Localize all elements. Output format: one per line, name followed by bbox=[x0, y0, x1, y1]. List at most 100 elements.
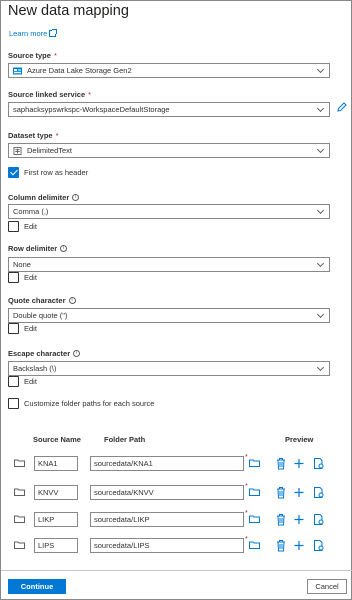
customize-paths-checkbox[interactable]: Customize folder paths for each source bbox=[8, 398, 154, 409]
linked-service-dropdown[interactable]: saphacksypswrkspc-WorkspaceDefaultStorag… bbox=[8, 102, 330, 117]
source-name-input[interactable] bbox=[34, 538, 78, 553]
external-link-icon bbox=[49, 29, 58, 37]
storage-icon bbox=[13, 67, 22, 74]
folder-icon bbox=[14, 459, 25, 467]
folder-path-input[interactable] bbox=[90, 538, 244, 553]
add-icon[interactable] bbox=[293, 457, 305, 470]
first-row-header-checkbox[interactable]: First row as header bbox=[8, 167, 88, 178]
browse-folder-icon[interactable] bbox=[249, 515, 260, 523]
source-type-value: Azure Data Lake Storage Gen2 bbox=[27, 66, 132, 75]
folder-icon bbox=[14, 541, 25, 549]
chevron-down-icon bbox=[316, 259, 325, 268]
required-mark: * bbox=[245, 536, 248, 543]
preview-data-icon[interactable] bbox=[313, 539, 325, 552]
quote-character-label: Quote character i bbox=[8, 296, 76, 305]
delete-icon[interactable] bbox=[275, 513, 287, 526]
chevron-down-icon bbox=[316, 310, 325, 319]
chevron-down-icon bbox=[316, 145, 325, 154]
checkbox-icon[interactable] bbox=[8, 376, 19, 387]
row-delimiter-label: Row delimiter i bbox=[8, 244, 68, 253]
footer-divider bbox=[1, 570, 352, 571]
info-icon[interactable]: i bbox=[68, 297, 76, 304]
preview-data-icon[interactable] bbox=[313, 486, 325, 499]
checkbox-icon[interactable] bbox=[8, 323, 19, 334]
browse-folder-icon[interactable] bbox=[249, 541, 260, 549]
checkbox-icon[interactable] bbox=[8, 398, 19, 409]
preview-data-icon[interactable] bbox=[313, 457, 325, 470]
add-icon[interactable] bbox=[293, 513, 305, 526]
escape-character-label: Escape character i bbox=[8, 349, 81, 358]
row-delimiter-value: None bbox=[13, 260, 31, 269]
checkbox-checked-icon[interactable] bbox=[8, 167, 19, 178]
chevron-down-icon bbox=[316, 206, 325, 215]
learn-more-link[interactable]: Learn more bbox=[9, 29, 58, 38]
column-delimiter-dropdown[interactable]: Comma (,) bbox=[8, 204, 330, 219]
column-delimiter-value: Comma (,) bbox=[13, 207, 49, 216]
info-icon[interactable]: i bbox=[72, 194, 80, 201]
table-row: * bbox=[1, 536, 352, 556]
first-row-header-label: First row as header bbox=[24, 168, 89, 177]
folder-path-input[interactable] bbox=[90, 485, 244, 500]
learn-more-label: Learn more bbox=[9, 29, 48, 38]
preview-data-icon[interactable] bbox=[313, 513, 325, 526]
browse-folder-icon[interactable] bbox=[249, 488, 260, 496]
source-type-dropdown[interactable]: Azure Data Lake Storage Gen2 bbox=[8, 63, 330, 78]
edit-label: Edit bbox=[24, 324, 37, 333]
dataset-type-label: Dataset type * bbox=[8, 131, 59, 140]
escape-character-value: Backslash (\) bbox=[13, 364, 57, 373]
linked-service-label: Source linked service * bbox=[8, 90, 92, 99]
row-delimiter-edit-checkbox[interactable]: Edit bbox=[8, 272, 37, 283]
edit-label: Edit bbox=[24, 377, 37, 386]
preview-header: Preview bbox=[285, 435, 314, 444]
required-mark: * bbox=[88, 90, 92, 99]
folder-path-input[interactable] bbox=[90, 512, 244, 527]
escape-character-edit-checkbox[interactable]: Edit bbox=[8, 376, 37, 387]
edit-label: Edit bbox=[24, 273, 37, 282]
quote-character-value: Double quote (") bbox=[13, 311, 68, 320]
continue-button[interactable]: Continue bbox=[8, 579, 66, 594]
linked-service-value: saphacksypswrkspc-WorkspaceDefaultStorag… bbox=[13, 105, 170, 114]
quote-character-dropdown[interactable]: Double quote (") bbox=[8, 308, 330, 323]
browse-folder-icon[interactable] bbox=[249, 459, 260, 467]
source-type-label: Source type * bbox=[8, 51, 57, 60]
file-delimited-icon bbox=[13, 146, 22, 155]
checkbox-icon[interactable] bbox=[8, 221, 19, 232]
edit-label: Edit bbox=[24, 222, 37, 231]
required-mark: * bbox=[53, 51, 57, 60]
required-mark: * bbox=[245, 483, 248, 490]
add-icon[interactable] bbox=[293, 539, 305, 552]
row-delimiter-dropdown[interactable]: None bbox=[8, 257, 330, 272]
info-icon[interactable]: i bbox=[60, 245, 68, 252]
required-mark: * bbox=[245, 454, 248, 461]
table-row: * bbox=[1, 510, 352, 530]
dataset-type-dropdown[interactable]: DelimitedText bbox=[8, 143, 330, 158]
source-name-header: Source Name bbox=[33, 435, 81, 444]
checkbox-icon[interactable] bbox=[8, 272, 19, 283]
column-delimiter-edit-checkbox[interactable]: Edit bbox=[8, 221, 37, 232]
chevron-down-icon bbox=[316, 65, 325, 74]
source-name-input[interactable] bbox=[34, 456, 78, 471]
chevron-down-icon bbox=[316, 363, 325, 372]
folder-icon bbox=[14, 515, 25, 523]
folder-path-input[interactable] bbox=[90, 456, 244, 471]
table-row: * bbox=[1, 454, 352, 474]
quote-character-edit-checkbox[interactable]: Edit bbox=[8, 323, 37, 334]
escape-character-dropdown[interactable]: Backslash (\) bbox=[8, 361, 330, 376]
folder-icon bbox=[14, 488, 25, 496]
info-icon[interactable]: i bbox=[73, 350, 81, 357]
panel-title: New data mapping bbox=[8, 3, 129, 19]
customize-paths-label: Customize folder paths for each source bbox=[24, 399, 155, 408]
source-name-input[interactable] bbox=[34, 485, 78, 500]
delete-icon[interactable] bbox=[275, 457, 287, 470]
chevron-down-icon bbox=[316, 104, 325, 113]
required-mark: * bbox=[245, 510, 248, 517]
table-row: * bbox=[1, 483, 352, 503]
add-icon[interactable] bbox=[293, 486, 305, 499]
delete-icon[interactable] bbox=[275, 539, 287, 552]
required-mark: * bbox=[55, 131, 59, 140]
source-name-input[interactable] bbox=[34, 512, 78, 527]
edit-pencil-icon[interactable] bbox=[337, 102, 347, 112]
delete-icon[interactable] bbox=[275, 486, 287, 499]
dataset-type-value: DelimitedText bbox=[27, 146, 73, 155]
cancel-button[interactable]: Cancel bbox=[307, 579, 347, 594]
